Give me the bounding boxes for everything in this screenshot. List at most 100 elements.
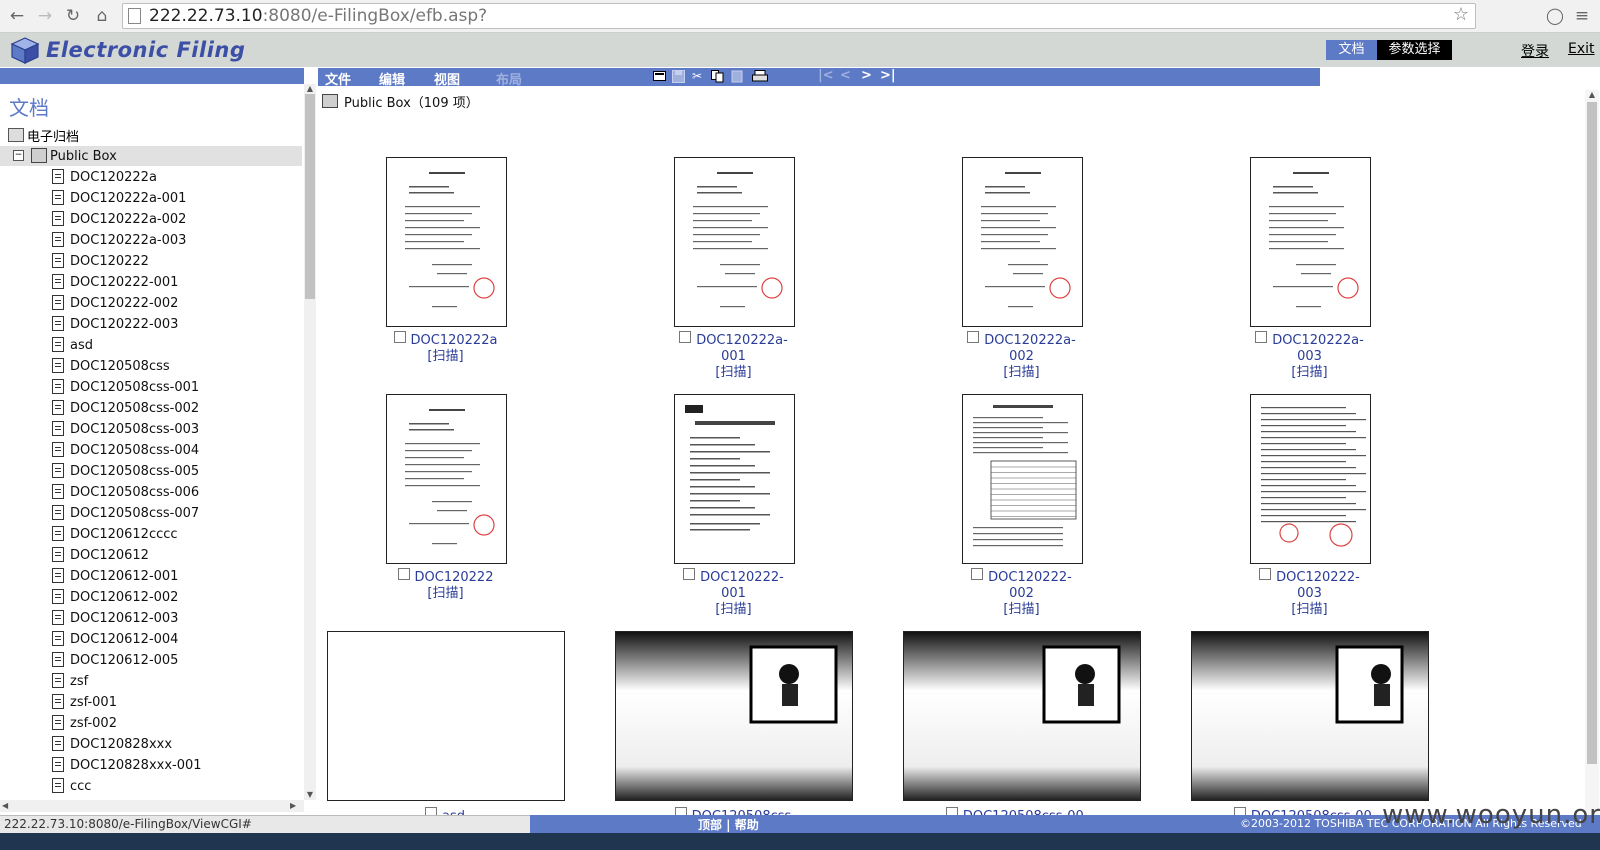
tree-item[interactable]: DOC120612-004 [52,629,292,650]
paste-icon[interactable] [731,70,744,83]
save-icon[interactable] [672,70,685,83]
reload-icon[interactable]: ↻ [62,5,84,27]
tree-item[interactable]: DOC120222-003 [52,314,292,335]
back-icon[interactable]: ← [6,5,28,27]
tree-item[interactable]: asd [52,335,292,356]
address-bar[interactable]: 222.22.73.10:8080/e-FilingBox/efb.asp? ☆ [122,3,1476,29]
tree-item[interactable]: DOC120612 [52,545,292,566]
tree-item[interactable]: DOC120508css-001 [52,377,292,398]
document-name[interactable]: DOC120222a- [696,333,788,348]
select-checkbox[interactable] [1259,568,1272,580]
scroll-down-icon[interactable]: ▼ [304,790,316,800]
document-thumbnail[interactable] [1191,631,1429,801]
document-name[interactable]: DOC120222a- [1272,333,1364,348]
left-scroll-thumb[interactable] [305,94,315,299]
scroll-right-icon[interactable]: ▶ [290,801,296,810]
tree-item[interactable]: DOC120612cccc [52,524,292,545]
document-name-suffix[interactable]: 002 [1009,349,1034,364]
select-checkbox[interactable] [397,568,410,580]
tree-item[interactable]: DOC120222a-001 [52,188,292,209]
tree-item[interactable]: DOC120828xxx-001 [52,755,292,776]
document-name-suffix[interactable]: 003 [1297,586,1322,601]
tree-item[interactable]: DOC120612-003 [52,608,292,629]
tree-item[interactable]: DOC120828xxx [52,734,292,755]
properties-icon[interactable] [653,70,666,83]
tree-item[interactable]: DOC120222-001 [52,272,292,293]
select-checkbox[interactable] [1255,331,1268,343]
document-thumbnail[interactable] [674,394,795,564]
tree-item[interactable]: DOC120508css [52,356,292,377]
scroll-up-icon[interactable]: ▲ [1585,90,1599,102]
home-icon[interactable]: ⌂ [91,5,113,27]
document-name[interactable]: DOC120222a- [984,333,1076,348]
tree-item[interactable]: DOC120612-002 [52,587,292,608]
tree-item[interactable]: zsf-001 [52,692,292,713]
tree-item[interactable]: zsf [52,671,292,692]
left-horizontal-scrollbar[interactable] [0,800,304,812]
document-thumbnail[interactable] [327,631,565,801]
prev-page-button[interactable]: < [840,68,851,83]
first-page-button[interactable]: |< [818,68,834,83]
extension-icon[interactable]: ◯ [1544,5,1566,27]
select-checkbox[interactable] [679,331,692,343]
tree-item[interactable]: DOC120222a-002 [52,209,292,230]
menu-file[interactable]: 文件 [325,69,351,88]
document-thumbnail[interactable] [1250,394,1371,564]
document-thumbnail[interactable] [1250,157,1371,327]
document-name-suffix[interactable]: 003 [1297,349,1322,364]
select-checkbox[interactable] [393,331,406,343]
document-name-suffix[interactable]: 001 [721,349,746,364]
document-name[interactable]: DOC120222 [415,570,494,585]
print-icon[interactable] [752,70,768,83]
document-thumbnail[interactable] [674,157,795,327]
login-link[interactable]: 登录 [1521,41,1549,61]
tree-item[interactable]: DOC120612-005 [52,650,292,671]
document-thumbnail[interactable] [386,157,507,327]
forward-icon[interactable]: → [34,5,56,27]
tree-item[interactable]: zsf-002 [52,713,292,734]
menu-icon[interactable]: ≡ [1571,5,1593,27]
exit-link[interactable]: Exit [1568,41,1595,57]
tree-item[interactable]: ccc [52,776,292,797]
menu-view[interactable]: 视图 [434,69,460,88]
copy-icon[interactable] [711,70,724,83]
document-name[interactable]: DOC120222- [700,570,784,585]
tree-node-public-box[interactable]: − Public Box [0,146,302,166]
tree-item[interactable]: DOC120222a-003 [52,230,292,251]
tree-item[interactable]: DOC120612-001 [52,566,292,587]
bookmark-star-icon[interactable]: ☆ [1453,4,1469,25]
menu-layout[interactable]: 布局 [496,69,522,88]
footer-links[interactable]: 顶部 | 帮助 [698,816,759,833]
document-thumbnail[interactable] [962,157,1083,327]
last-page-button[interactable]: >| [880,68,896,83]
select-checkbox[interactable] [967,331,980,343]
cut-icon[interactable]: ✂ [692,70,705,83]
next-page-button[interactable]: > [861,68,872,83]
select-checkbox[interactable] [971,568,984,580]
document-name[interactable]: DOC120222a [411,333,498,348]
menu-edit[interactable]: 编辑 [379,69,405,88]
content-scroll-thumb[interactable] [1587,102,1597,764]
tree-item[interactable]: DOC120508css-004 [52,440,292,461]
select-checkbox[interactable] [683,568,696,580]
document-name[interactable]: DOC120222- [1276,570,1360,585]
tree-item[interactable]: DOC120508css-006 [52,482,292,503]
tab-documents[interactable]: 文档 [1326,40,1377,60]
document-thumbnail[interactable] [615,631,853,801]
tree-item[interactable]: DOC120222-002 [52,293,292,314]
document-thumbnail[interactable] [903,631,1141,801]
document-name[interactable]: DOC120222- [988,570,1072,585]
tree-item[interactable]: DOC120222a [52,167,292,188]
tree-item[interactable]: DOC120222 [52,251,292,272]
tree-item[interactable]: DOC120508css-005 [52,461,292,482]
tree-root[interactable]: 电子归档 [8,126,79,145]
scroll-left-icon[interactable]: ◀ [2,801,8,810]
document-thumbnail[interactable] [962,394,1083,564]
tree-item[interactable]: DOC120508css-003 [52,419,292,440]
document-name-suffix[interactable]: 001 [721,586,746,601]
document-thumbnail[interactable] [386,394,507,564]
document-name-suffix[interactable]: 002 [1009,586,1034,601]
collapse-icon[interactable]: − [13,150,24,161]
tree-item[interactable]: DOC120508css-002 [52,398,292,419]
tab-preferences[interactable]: 参数选择 [1377,40,1452,60]
